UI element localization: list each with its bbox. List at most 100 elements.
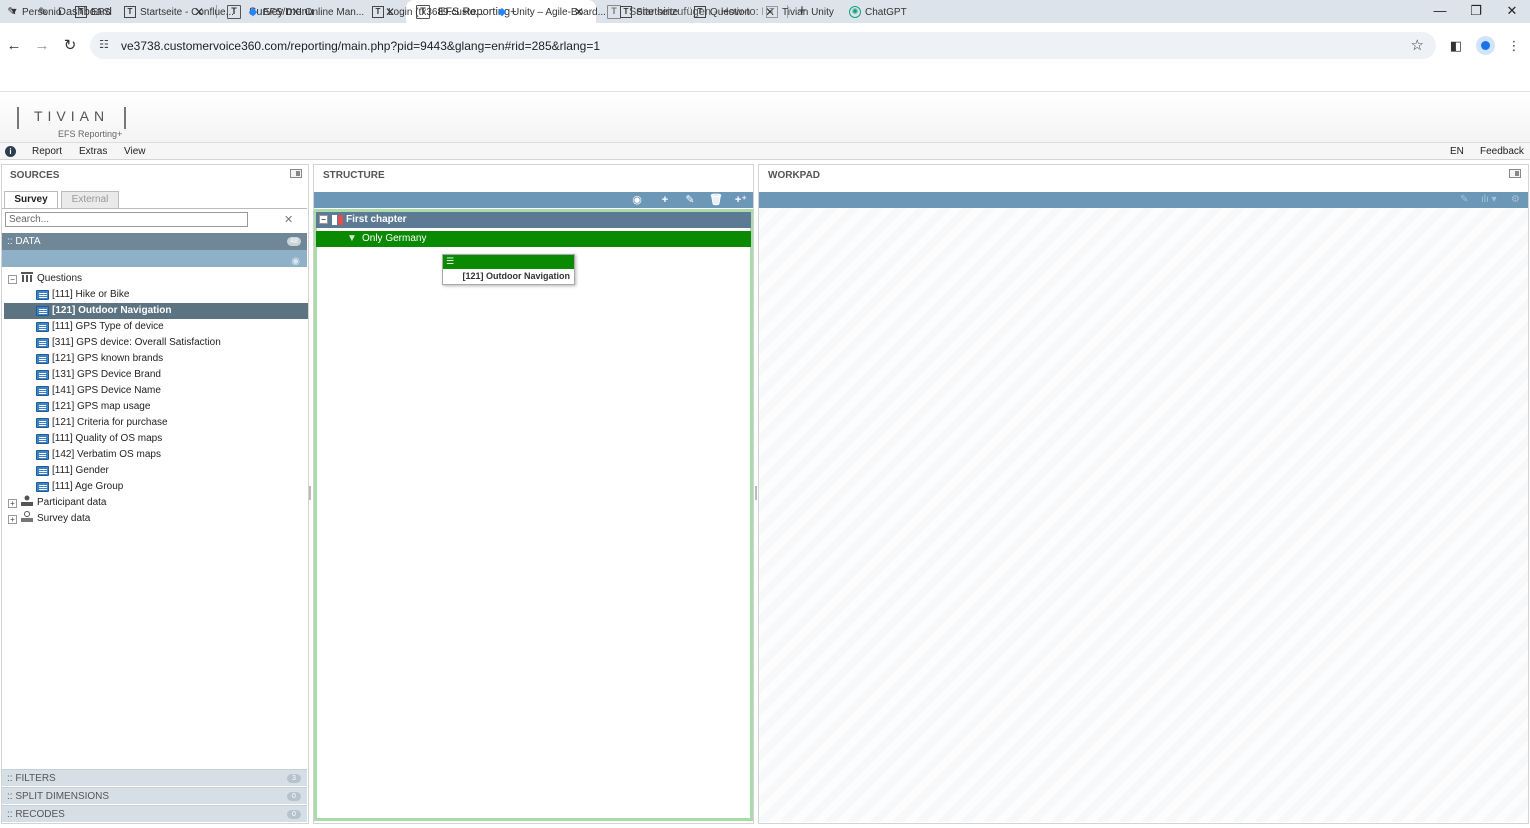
bookmark-login[interactable]: T Login (tx3689.custo... bbox=[372, 4, 484, 20]
question-label: [142] Verbatim OS maps bbox=[52, 449, 161, 460]
bookmark-question[interactable]: T Question bbox=[694, 4, 750, 20]
filters-section-header[interactable]: :: FILTERS 3 bbox=[2, 769, 307, 786]
back-icon[interactable]: ← bbox=[4, 36, 24, 56]
tab-external[interactable]: External bbox=[61, 191, 119, 208]
chart-settings-icon[interactable]: ılı ▾ bbox=[1481, 194, 1497, 205]
site-settings-icon[interactable]: ☷ bbox=[99, 38, 109, 51]
feedback-link[interactable]: Feedback bbox=[1480, 146, 1524, 157]
tree-node-survey-data[interactable]: Survey data bbox=[21, 511, 221, 527]
bookmark-tivian-unity[interactable]: T Tivian Unity bbox=[766, 4, 834, 20]
structure-chapter-row[interactable]: − First chapter bbox=[316, 212, 751, 228]
matrix-question-icon bbox=[36, 290, 49, 300]
collapse-chapter-icon[interactable]: − bbox=[319, 215, 328, 224]
reload-icon[interactable]: ↻ bbox=[60, 36, 80, 56]
bookmark-star-icon[interactable]: ☆ bbox=[1411, 36, 1424, 54]
edit-pencil-icon[interactable]: ✎ bbox=[683, 193, 697, 207]
data-section-header[interactable]: :: DATA 48 bbox=[2, 233, 307, 250]
menu-report[interactable]: Report bbox=[32, 146, 62, 157]
bookmark-label: Unity – Agile-Board... bbox=[512, 6, 606, 18]
question-item[interactable]: [311] GPS device: Overall Satisfaction bbox=[4, 335, 308, 351]
gear-icon[interactable]: ⚙ bbox=[1511, 194, 1520, 205]
tree-node-questions[interactable]: Questions bbox=[21, 271, 221, 287]
app-header bbox=[0, 92, 1530, 143]
dragged-question-item[interactable]: ☰ [121] Outdoor Navigation bbox=[442, 254, 575, 285]
structure-filter-row[interactable]: ▼ Only Germany bbox=[316, 231, 751, 247]
collapse-questions-icon[interactable]: − bbox=[8, 275, 17, 284]
sources-title: SOURCES bbox=[10, 170, 60, 181]
info-icon[interactable]: i bbox=[5, 146, 16, 157]
collapse-panel-icon[interactable] bbox=[1509, 169, 1521, 178]
question-icon bbox=[36, 402, 49, 412]
delete-trash-icon[interactable]: 🗑 bbox=[709, 193, 723, 207]
question-item[interactable]: [121] GPS map usage bbox=[4, 399, 308, 415]
question-item[interactable]: [142] Verbatim OS maps bbox=[4, 447, 308, 463]
question-icon bbox=[36, 450, 49, 460]
question-item[interactable]: [141] GPS Device Name bbox=[4, 383, 308, 399]
tivian-icon: T bbox=[75, 6, 87, 18]
question-item[interactable]: [121] Outdoor Navigation bbox=[4, 303, 308, 319]
question-label: [121] Outdoor Navigation bbox=[52, 305, 172, 316]
questions-folder-icon bbox=[21, 272, 33, 282]
address-bar[interactable]: ☷ ve3738.customervoice360.com/reporting/… bbox=[90, 32, 1436, 59]
side-panel-icon[interactable]: ◧ bbox=[1446, 36, 1466, 56]
filters-label: :: FILTERS bbox=[7, 773, 56, 784]
question-item[interactable]: [111] Quality of OS maps bbox=[4, 431, 308, 447]
bookmark-unity-agile[interactable]: ◆ Unity – Agile-Board... bbox=[496, 4, 606, 20]
language-switch[interactable]: EN bbox=[1450, 146, 1464, 157]
tivian-icon: T bbox=[766, 6, 778, 18]
question-label: [111] Hike or Bike bbox=[52, 289, 130, 300]
bookmark-efs-dxi-online[interactable]: ◆ EFS/DXI Online Man... bbox=[247, 4, 364, 20]
workpad-title: WORKPAD bbox=[768, 170, 821, 181]
question-item[interactable]: [111] Age Group bbox=[4, 479, 308, 495]
jira-icon: ◆ bbox=[248, 5, 258, 18]
forward-icon[interactable]: → bbox=[32, 36, 52, 56]
clear-search-icon[interactable]: ✕ bbox=[284, 213, 293, 226]
question-icon bbox=[36, 354, 49, 364]
bookmark-efs[interactable]: T EFS bbox=[75, 4, 110, 20]
bookmark-startseite-confluence[interactable]: T Startseite - Conflue... bbox=[124, 4, 234, 20]
sources-search-input[interactable] bbox=[5, 212, 248, 227]
collapse-panel-icon[interactable] bbox=[290, 169, 302, 178]
expand-participant-data-icon[interactable]: + bbox=[8, 499, 17, 508]
question-item[interactable]: [131] GPS Device Brand bbox=[4, 367, 308, 383]
splitter-handle[interactable] bbox=[755, 486, 757, 500]
question-item[interactable]: [121] Criteria for purchase bbox=[4, 415, 308, 431]
question-item[interactable]: [111] Hike or Bike bbox=[4, 287, 308, 303]
workpad-canvas[interactable] bbox=[759, 208, 1528, 822]
edit-pencil-icon[interactable]: ✎ bbox=[1460, 194, 1468, 205]
minimize-icon[interactable]: — bbox=[1422, 0, 1458, 23]
question-icon bbox=[36, 322, 49, 332]
menu-view[interactable]: View bbox=[124, 146, 146, 157]
bookmark-startseite[interactable]: T Startseite bbox=[620, 4, 678, 20]
expand-survey-data-icon[interactable]: + bbox=[8, 515, 17, 524]
splitter-handle[interactable] bbox=[309, 486, 311, 500]
eye-icon[interactable]: ◉ bbox=[630, 193, 644, 207]
add-multiple-icon[interactable]: +⁺ bbox=[734, 193, 748, 207]
question-icon bbox=[36, 370, 49, 380]
filters-count-badge: 3 bbox=[287, 774, 301, 783]
more-menu-icon[interactable]: ⋮ bbox=[1504, 36, 1524, 56]
bookmark-label: EFS bbox=[91, 6, 111, 18]
split-dimensions-section-header[interactable]: :: SPLIT DIMENSIONS 0 bbox=[2, 787, 307, 804]
recodes-section-header[interactable]: :: RECODES 0 bbox=[2, 805, 307, 822]
question-item[interactable]: [111] GPS Type of device bbox=[4, 319, 308, 335]
question-icon bbox=[36, 418, 49, 428]
bookmark-chatgpt[interactable]: ✺ ChatGPT bbox=[849, 4, 907, 20]
add-icon[interactable]: + bbox=[658, 193, 672, 207]
structure-drop-area[interactable] bbox=[314, 209, 753, 821]
restore-icon[interactable]: ❐ bbox=[1458, 0, 1494, 23]
question-item[interactable]: [111] Gender bbox=[4, 463, 308, 479]
tree-node-participant-data[interactable]: Participant data bbox=[21, 495, 221, 511]
eye-icon[interactable]: ◉ bbox=[291, 253, 300, 270]
bookmark-personio[interactable]: ✎ Personio bbox=[6, 4, 61, 20]
bookmark-label: Login (tx3689.custo... bbox=[388, 6, 484, 18]
profile-avatar-icon[interactable] bbox=[1476, 36, 1495, 55]
tab-underline bbox=[2, 208, 307, 209]
bookmark-label: Startseite - Conflue... bbox=[140, 6, 234, 18]
list-icon: ☰ bbox=[446, 256, 455, 266]
matrix-question-icon bbox=[36, 482, 49, 492]
menu-extras[interactable]: Extras bbox=[79, 146, 107, 157]
question-item[interactable]: [121] GPS known brands bbox=[4, 351, 308, 367]
tab-survey[interactable]: Survey bbox=[4, 191, 58, 208]
close-window-icon[interactable]: ✕ bbox=[1494, 0, 1530, 23]
